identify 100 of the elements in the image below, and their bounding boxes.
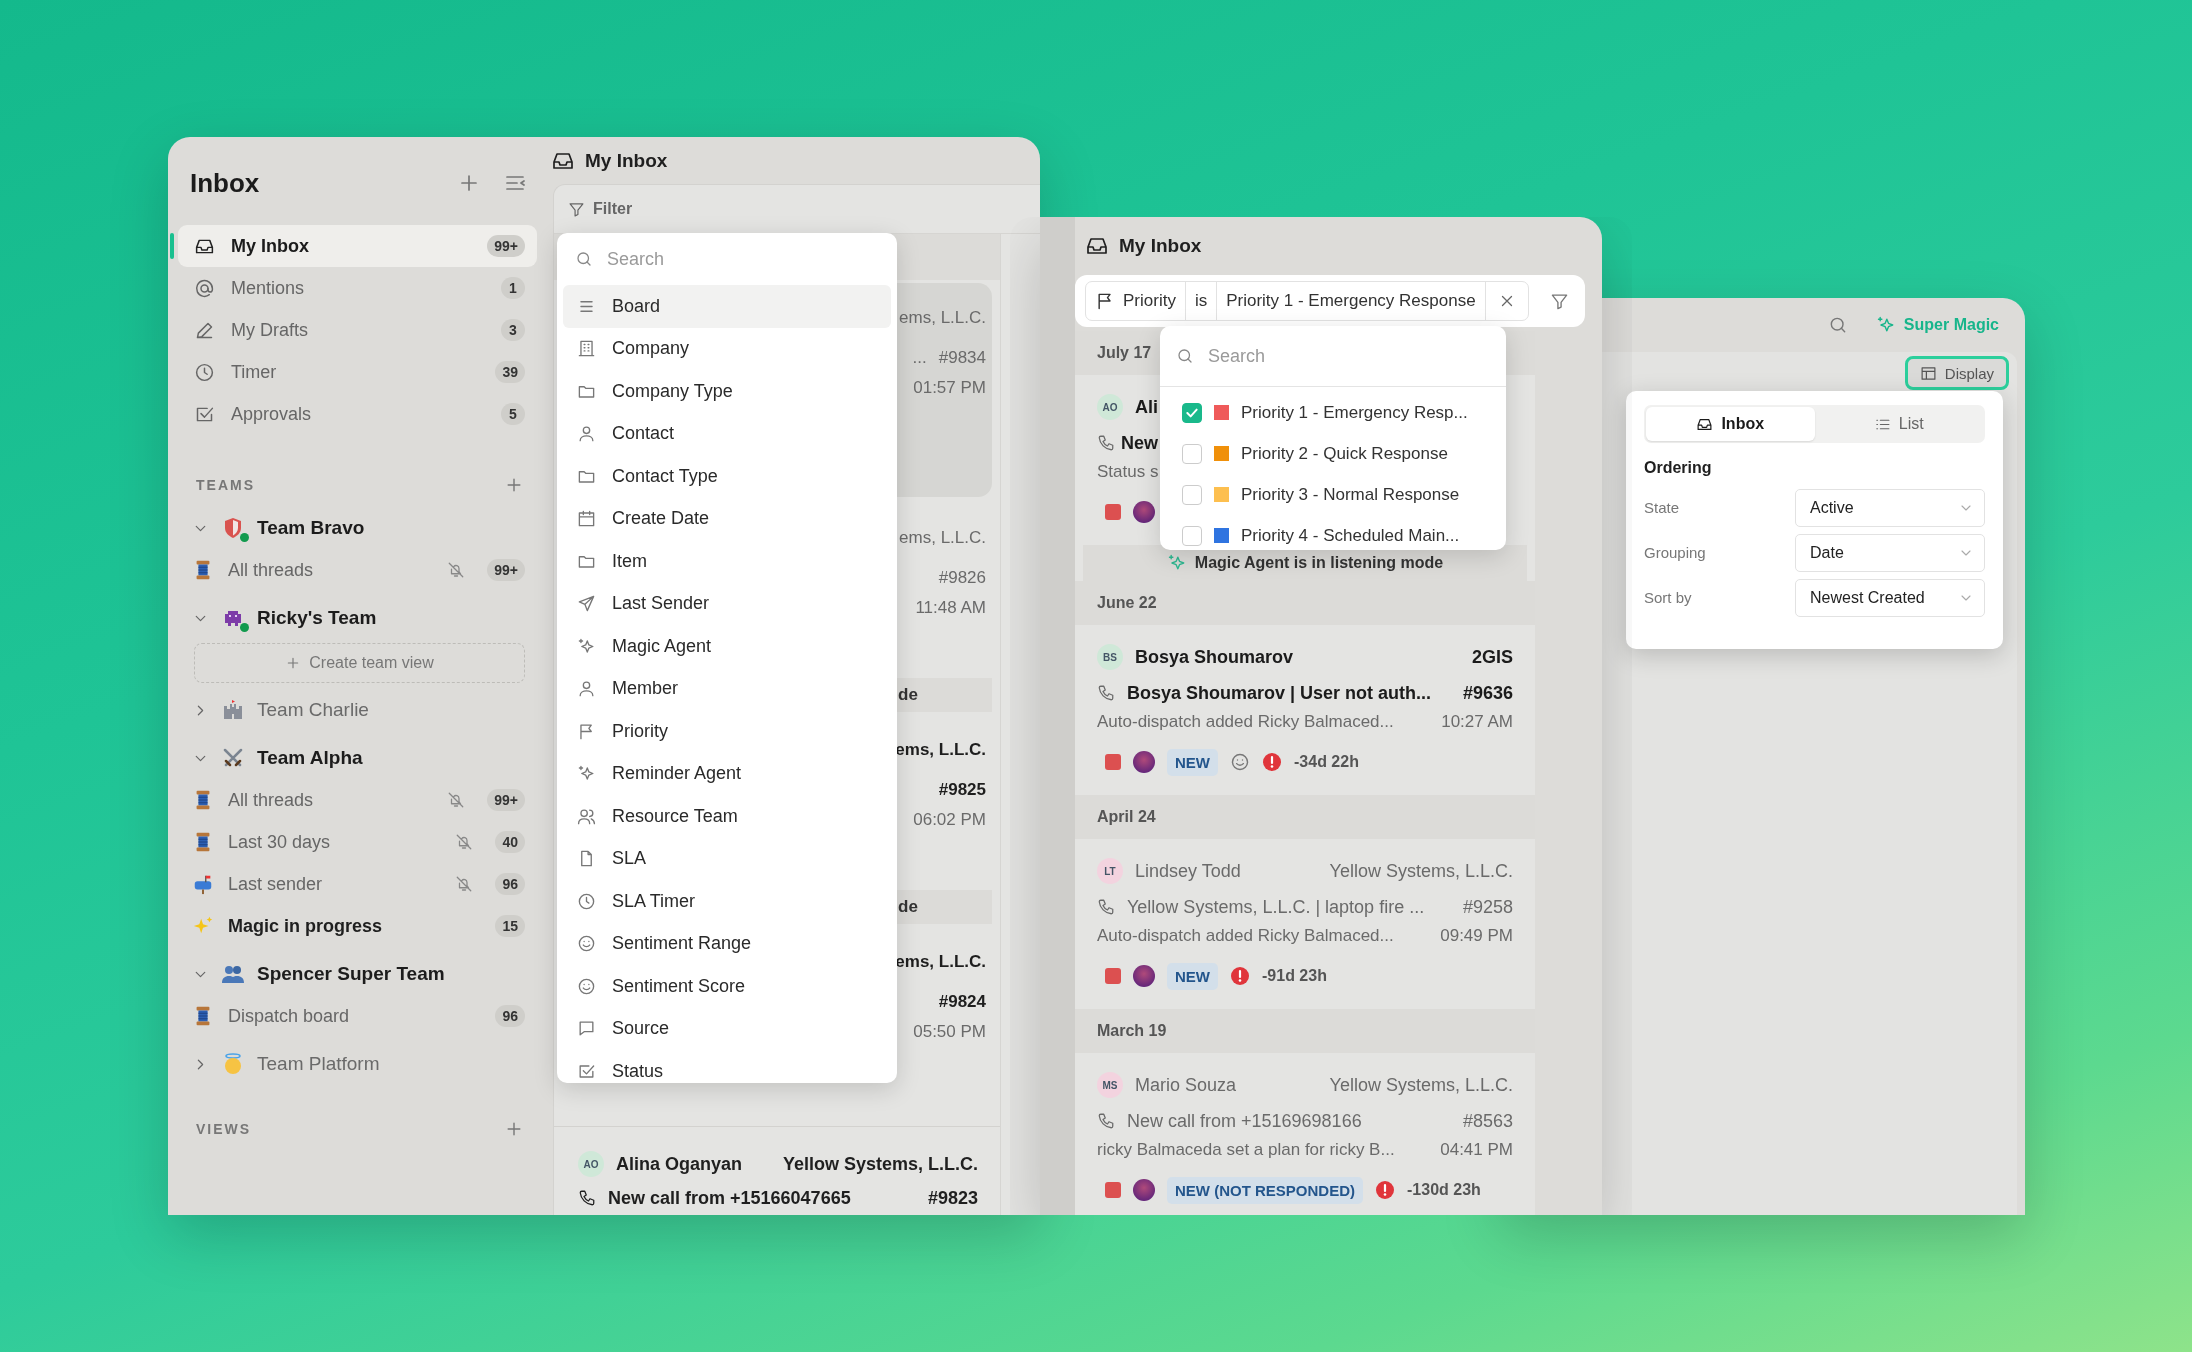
ticket-number: #9826: [938, 568, 986, 588]
team-item[interactable]: Spencer Super Team: [178, 953, 537, 995]
sla-timer: -130d 23h: [1407, 1181, 1481, 1199]
ticket-number: #8563: [1462, 1110, 1513, 1132]
filter-button[interactable]: Filter: [568, 200, 633, 218]
banner-text: Magic Agent is in listening mode: [1194, 554, 1444, 572]
view-item[interactable]: Last 30 days 40: [178, 821, 537, 863]
view-item[interactable]: Magic in progress 15: [178, 905, 537, 947]
view-tab[interactable]: Inbox: [1646, 407, 1815, 441]
thread-subject: New call from +15169698166: [1127, 1110, 1362, 1132]
section-heading: TEAMS: [196, 477, 255, 493]
ticket-number: #9258: [1462, 896, 1513, 918]
team-item[interactable]: Team Platform: [178, 1043, 537, 1085]
team-item[interactable]: Team Alpha: [178, 737, 537, 779]
phone-icon: [1097, 898, 1115, 916]
search-field[interactable]: Search: [605, 247, 879, 271]
count-badge: 3: [501, 319, 525, 341]
bell-off-icon: [447, 791, 466, 809]
status-tag: NEW (NOT RESPONDED): [1167, 1176, 1363, 1204]
menu-item[interactable]: Resource Team: [563, 795, 891, 838]
company-name: ems, L.L.C.: [895, 740, 986, 760]
menu-item[interactable]: Priority 4 - Scheduled Main...: [1160, 515, 1506, 550]
castle-icon: [221, 698, 245, 722]
menu-item[interactable]: Reminder Agent: [563, 752, 891, 795]
initials-avatar: AO: [1097, 394, 1123, 420]
thread-time: 05:50 PM: [913, 1022, 986, 1042]
nav-item[interactable]: Timer 39: [178, 351, 537, 393]
checkbox[interactable]: [1182, 525, 1202, 546]
menu-item[interactable]: Item: [563, 540, 891, 583]
thread-card[interactable]: LT Lindsey Todd Yellow Systems, L.L.C. Yellow Systems, L.L.C. | laptop fire ... #9258 Auto-dispatch added Ricky Balmaced... 09:49 PM NEW -91d 23h: [1075, 839, 1535, 1009]
checkbox[interactable]: [1182, 484, 1202, 505]
company-name: ems, L.L.C.: [895, 952, 986, 972]
menu-item[interactable]: Sentiment Range: [563, 922, 891, 965]
thread-subject: Bosya Shoumarov | User not auth...: [1127, 682, 1432, 704]
team-item[interactable]: Team Charlie: [178, 689, 537, 731]
ticket-number: #9825: [938, 780, 986, 800]
count-badge: 96: [495, 1005, 525, 1027]
menu-item[interactable]: Last Sender: [563, 582, 891, 625]
display-button[interactable]: Display: [1904, 356, 2009, 390]
filter-icon: [1549, 291, 1569, 311]
menu-item[interactable]: SLA Timer: [563, 880, 891, 923]
menu-item[interactable]: Magic Agent: [563, 625, 891, 668]
menu-item[interactable]: Board: [563, 285, 891, 328]
menu-item[interactable]: Source: [563, 1007, 891, 1050]
alert-icon: [1262, 752, 1282, 772]
menu-item[interactable]: Status: [563, 1050, 891, 1083]
team-item[interactable]: Ricky's Team: [178, 597, 537, 639]
ticket-number: #9834: [938, 348, 986, 368]
nav-item[interactable]: Mentions 1: [178, 267, 537, 309]
menu-item[interactable]: Create Date: [563, 497, 891, 540]
search-field[interactable]: Search: [1206, 344, 1494, 368]
menu-item[interactable]: Priority 3 - Normal Response: [1160, 474, 1506, 515]
checkbox[interactable]: [1182, 443, 1202, 464]
smiley-icon: [577, 934, 596, 954]
user-avatar: [1133, 1179, 1155, 1201]
view-tab[interactable]: List: [1814, 407, 1983, 441]
nav-item[interactable]: Approvals 5: [178, 393, 537, 435]
section-heading: Ordering: [1644, 459, 1713, 477]
thread-card[interactable]: MS Mario Souza Yellow Systems, L.L.C. New call from +15169698166 #8563 ricky Balmaceda set a plan for ricky B... 04:41 PM NEW (NOT RESPONDED) -130d 23h: [1075, 1053, 1535, 1215]
thread-card[interactable]: BS Bosya Shoumarov 2GIS Bosya Shoumarov | User not auth... #9636 Auto-dispatch added Ricky Balmaced... 10:27 AM NEW -34d 22h: [1075, 625, 1535, 795]
filter-icon: [568, 200, 585, 218]
setting-label: Grouping: [1644, 544, 1707, 561]
initials-avatar: BS: [1097, 644, 1123, 670]
dropdown[interactable]: Newest Created: [1795, 578, 1985, 617]
sidebar-title: Inbox: [190, 167, 260, 199]
view-item[interactable]: Dispatch board 96: [178, 995, 537, 1037]
menu-item[interactable]: Contact Type: [563, 455, 891, 498]
count-badge: 40: [495, 831, 525, 853]
menu-item[interactable]: Priority 1 - Emergency Resp...: [1160, 392, 1506, 433]
dropdown[interactable]: Active: [1795, 488, 1985, 527]
alert-icon: [1230, 966, 1250, 986]
checkbox[interactable]: [1182, 402, 1202, 423]
view-item[interactable]: All threads 99+: [178, 549, 537, 591]
menu-item[interactable]: Company Type: [563, 370, 891, 413]
smiley-icon: [577, 976, 596, 996]
person-icon: [577, 679, 596, 699]
sla-timer: -34d 22h: [1294, 753, 1359, 771]
count-badge: 99+: [487, 789, 525, 811]
nav-item[interactable]: My Drafts 3: [178, 309, 537, 351]
team-item[interactable]: Team Bravo: [178, 507, 537, 549]
menu-item[interactable]: Sentiment Score: [563, 965, 891, 1008]
thread-subject: New call from +15166047665: [608, 1187, 851, 1209]
dropdown[interactable]: Date: [1795, 533, 1985, 572]
priority-marker: [1105, 754, 1121, 770]
bell-off-icon: [447, 561, 466, 579]
filter-field: Priority: [1123, 291, 1176, 311]
sla-timer: -91d 23h: [1262, 967, 1327, 985]
menu-item[interactable]: Priority: [563, 710, 891, 753]
view-item[interactable]: Last sender 96: [178, 863, 537, 905]
filter-chip[interactable]: Priority is Priority 1 - Emergency Response: [1085, 281, 1529, 321]
user-avatar: [1133, 751, 1155, 773]
menu-item[interactable]: Member: [563, 667, 891, 710]
company-name: ems, L.L.C.: [899, 308, 986, 328]
panel-title: My Inbox: [585, 149, 668, 172]
menu-item[interactable]: Company: [563, 327, 891, 370]
thread-card[interactable]: AO Alina Oganyan Yellow Systems, L.L.C. New call from +15166047665 #9823: [554, 1126, 1000, 1215]
menu-item[interactable]: SLA: [563, 837, 891, 880]
menu-item[interactable]: Contact: [563, 412, 891, 455]
view-item[interactable]: All threads 99+: [178, 779, 537, 821]
menu-item[interactable]: Priority 2 - Quick Response: [1160, 433, 1506, 474]
